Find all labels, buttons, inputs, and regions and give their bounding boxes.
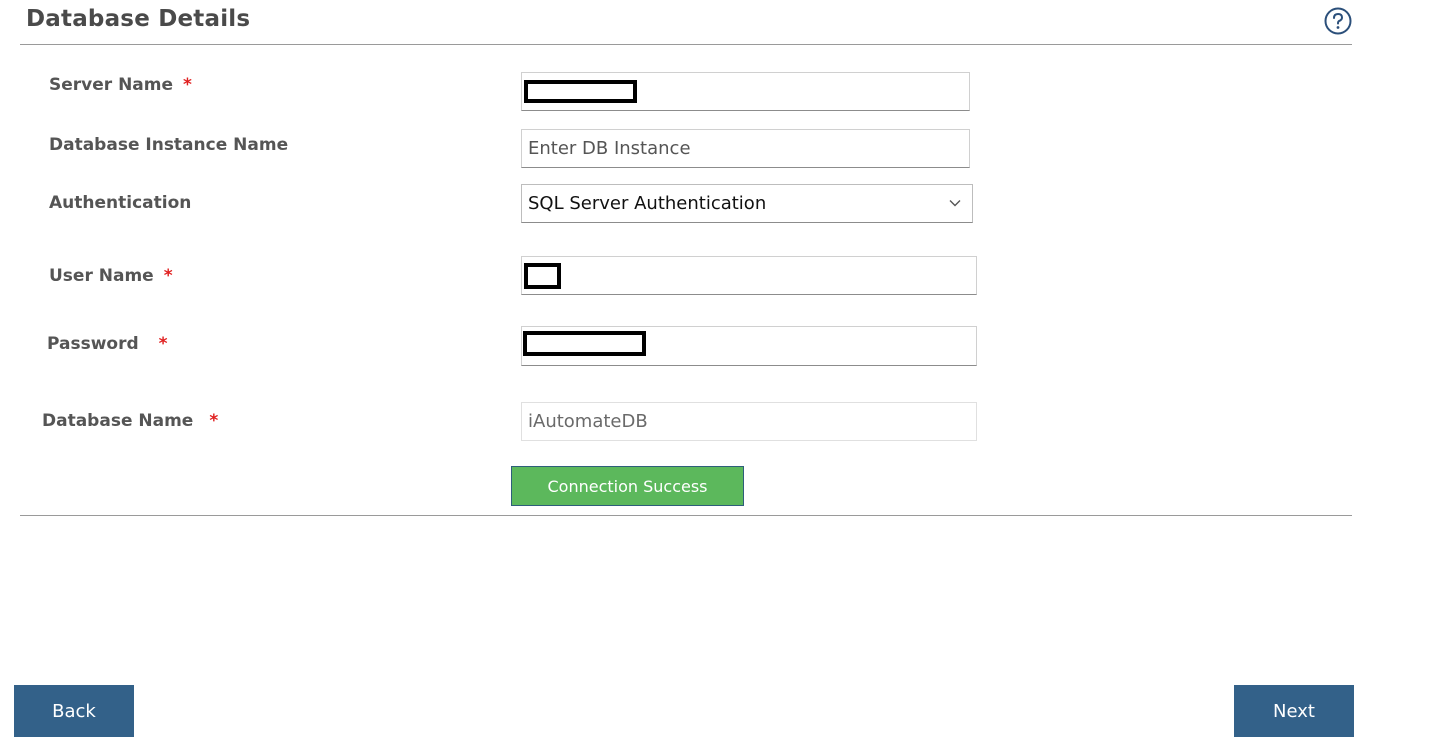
db-instance-label: Database Instance Name [49,135,289,155]
connection-success-button[interactable]: Connection Success [511,466,744,506]
redacted-value [524,263,561,289]
password-label-text: Password [47,334,139,354]
database-name-label: Database Name * [42,411,218,431]
database-name-label-text: Database Name [42,411,194,431]
database-name-input[interactable] [521,402,977,441]
required-asterisk: * [183,75,192,95]
redacted-value [523,331,646,356]
user-name-label: User Name * [49,266,173,286]
required-asterisk: * [163,266,173,286]
db-instance-input[interactable] [521,129,970,168]
authentication-label: Authentication [49,193,192,213]
back-button[interactable]: Back [14,685,134,737]
required-asterisk: * [209,411,219,431]
next-button[interactable]: Next [1234,685,1354,737]
redacted-value [524,80,637,103]
authentication-selected-value: SQL Server Authentication [528,193,767,214]
authentication-select[interactable]: SQL Server Authentication [521,184,973,223]
page-title: Database Details [26,6,251,32]
chevron-down-icon [949,200,961,207]
required-asterisk: * [158,334,168,354]
user-name-input[interactable] [521,256,977,295]
user-name-label-text: User Name [49,266,154,286]
help-icon[interactable] [1323,6,1353,36]
server-name-label: Server Name * [49,75,192,95]
header-divider [20,44,1352,45]
server-name-label-text: Server Name [49,75,174,95]
password-label: Password * [47,334,168,354]
form-bottom-divider [20,515,1352,516]
